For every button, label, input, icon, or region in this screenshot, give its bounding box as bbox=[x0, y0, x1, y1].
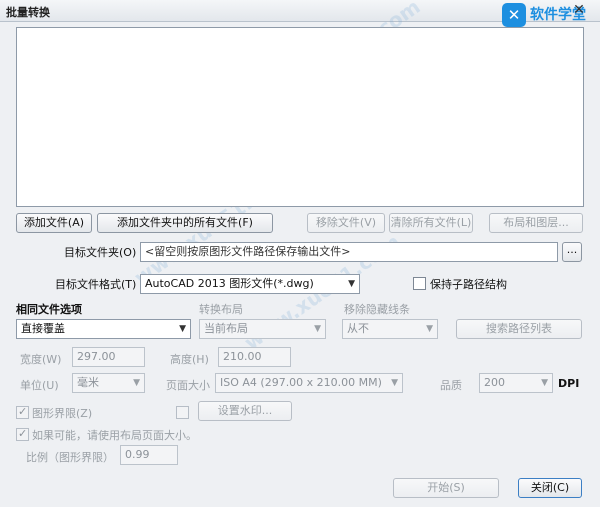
clear-all-button[interactable]: 清除所有文件(L) bbox=[389, 213, 473, 233]
browse-button[interactable]: ... bbox=[562, 242, 582, 262]
search-paths-button[interactable]: 搜索路径列表 bbox=[456, 319, 582, 339]
convert-layout-label: 转换布局 bbox=[199, 303, 243, 316]
watermark-settings-button[interactable]: 设置水印... bbox=[198, 401, 292, 421]
file-list[interactable] bbox=[16, 27, 584, 207]
target-folder-label: 目标文件夹(O) bbox=[64, 246, 137, 259]
convert-layout-select[interactable]: 当前布局 ▼ bbox=[199, 319, 326, 339]
drawing-limits-checkbox[interactable] bbox=[16, 405, 29, 419]
use-layout-size-checkbox[interactable] bbox=[16, 427, 29, 441]
scale-input[interactable]: 0.99 bbox=[120, 445, 178, 465]
add-file-button[interactable]: 添加文件(A) bbox=[16, 213, 92, 233]
page-size-label: 页面大小 bbox=[166, 379, 210, 392]
remove-file-button[interactable]: 移除文件(V) bbox=[307, 213, 385, 233]
width-label: 宽度(W) bbox=[20, 353, 62, 366]
quality-value: 200 bbox=[484, 376, 505, 389]
chevron-down-icon: ▼ bbox=[391, 378, 398, 388]
target-format-value: AutoCAD 2013 图形文件(*.dwg) bbox=[145, 277, 314, 290]
hidden-lines-select[interactable]: 从不 ▼ bbox=[342, 319, 438, 339]
drawing-limits-label: 图形界限(Z) bbox=[32, 407, 93, 420]
same-file-label: 相同文件选项 bbox=[16, 303, 82, 316]
same-file-value: 直接覆盖 bbox=[21, 322, 65, 335]
target-format-select[interactable]: AutoCAD 2013 图形文件(*.dwg) ▼ bbox=[140, 274, 360, 294]
convert-layout-value: 当前布局 bbox=[204, 322, 248, 335]
hidden-lines-label: 移除隐藏线条 bbox=[344, 303, 410, 316]
width-input[interactable]: 297.00 bbox=[72, 347, 145, 367]
chevron-down-icon: ▼ bbox=[314, 324, 321, 334]
unit-label: 单位(U) bbox=[20, 379, 59, 392]
start-button[interactable]: 开始(S) bbox=[393, 478, 499, 498]
hidden-lines-value: 从不 bbox=[347, 322, 369, 335]
keep-subpath-label: 保持子路径结构 bbox=[430, 278, 507, 291]
watermark-checkbox[interactable] bbox=[176, 406, 189, 419]
chevron-down-icon: ▼ bbox=[179, 324, 186, 334]
close-button[interactable]: 关闭(C) bbox=[518, 478, 582, 498]
target-folder-input[interactable]: <留空则按原图形文件路径保存输出文件> bbox=[140, 242, 558, 262]
chevron-down-icon: ▼ bbox=[348, 279, 355, 289]
close-icon[interactable]: ✕ bbox=[565, 1, 593, 19]
height-label: 高度(H) bbox=[170, 353, 209, 366]
page-size-value: ISO A4 (297.00 x 210.00 MM) bbox=[220, 376, 382, 389]
same-file-select[interactable]: 直接覆盖 ▼ bbox=[16, 319, 191, 339]
quality-select[interactable]: 200 ▼ bbox=[479, 373, 553, 393]
chevron-down-icon: ▼ bbox=[426, 324, 433, 334]
unit-select[interactable]: 毫米 ▼ bbox=[72, 373, 145, 393]
unit-value: 毫米 bbox=[77, 376, 99, 389]
chevron-down-icon: ▼ bbox=[133, 378, 140, 388]
scale-label: 比例（图形界限） bbox=[26, 451, 114, 464]
page-size-select[interactable]: ISO A4 (297.00 x 210.00 MM) ▼ bbox=[215, 373, 403, 393]
height-input[interactable]: 210.00 bbox=[218, 347, 291, 367]
quality-unit: DPI bbox=[558, 377, 580, 390]
target-format-label: 目标文件格式(T) bbox=[55, 278, 137, 291]
add-folder-button[interactable]: 添加文件夹中的所有文件(F) bbox=[97, 213, 273, 233]
brand-logo-icon: ✕ bbox=[502, 3, 526, 27]
window-title: 批量转换 bbox=[6, 6, 50, 19]
layouts-button[interactable]: 布局和图层... bbox=[489, 213, 583, 233]
chevron-down-icon: ▼ bbox=[541, 378, 548, 388]
use-layout-size-label: 如果可能，请使用布局页面大小。 bbox=[32, 429, 197, 442]
keep-subpath-checkbox[interactable] bbox=[413, 277, 426, 290]
quality-label: 品质 bbox=[440, 379, 462, 392]
